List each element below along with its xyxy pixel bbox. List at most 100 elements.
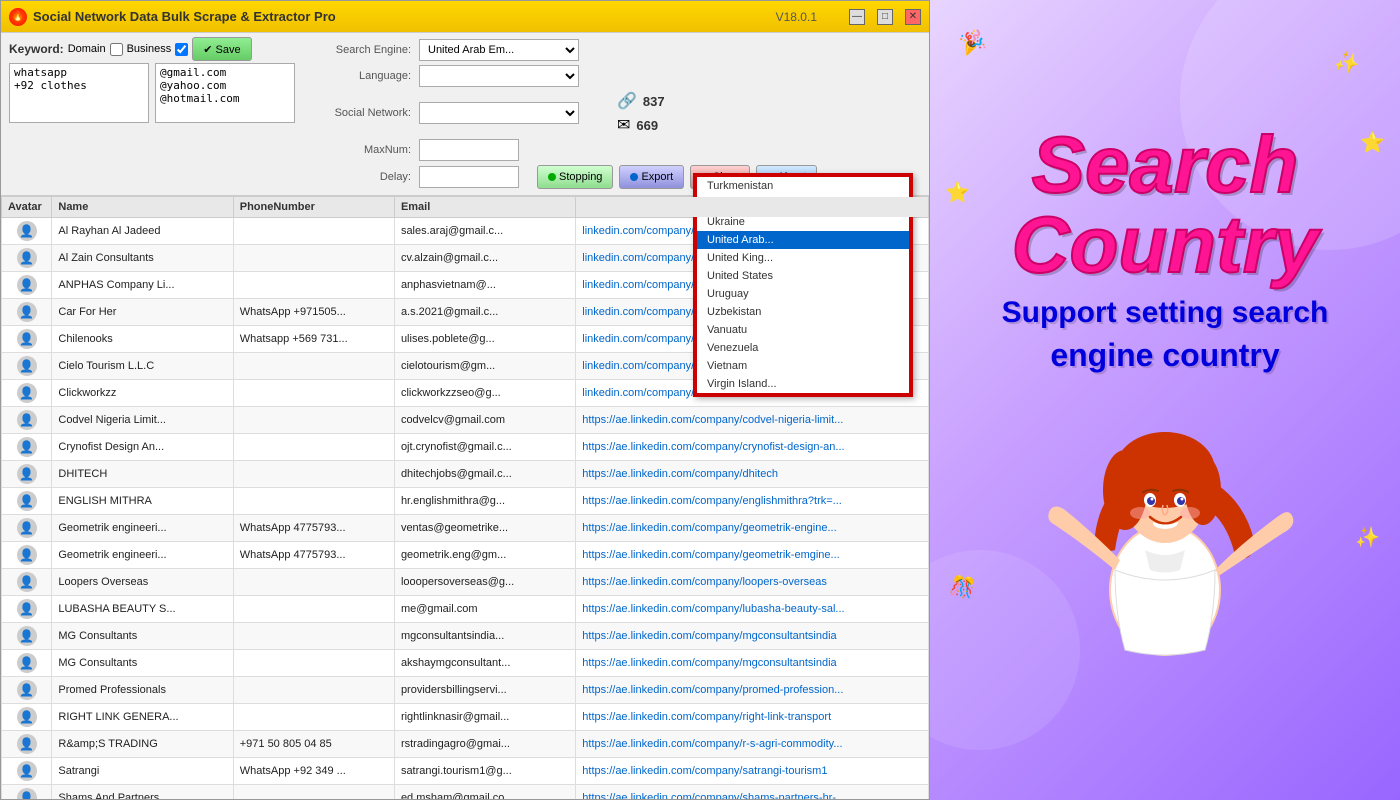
table-row[interactable]: 👤Cielo Tourism L.L.Ccielotourism@gm...li… xyxy=(2,353,929,380)
table-row[interactable]: 👤LUBASHA BEAUTY S...me@gmail.comhttps://… xyxy=(2,596,929,623)
social-network-row: Social Network: 🔗 837 ✉ 669 xyxy=(311,91,921,135)
keyword-input[interactable]: whatsapp +92 clothes xyxy=(9,63,149,123)
cell-phone xyxy=(233,380,394,407)
cell-name: ANPHAS Company Li... xyxy=(52,272,233,299)
cell-phone xyxy=(233,353,394,380)
delay-input[interactable] xyxy=(419,166,519,188)
cell-email: cv.alzain@gmail.c... xyxy=(394,245,575,272)
counter-emails: ✉ 669 xyxy=(617,115,665,135)
cell-name: Car For Her xyxy=(52,299,233,326)
cell-email: akshaymgconsultant... xyxy=(394,650,575,677)
cell-url: linkedin.com/company/chilenooks xyxy=(576,326,929,353)
cell-url: https://ae.linkedin.com/company/geometri… xyxy=(576,515,929,542)
version-text: V18.0.1 xyxy=(776,10,817,24)
table-row[interactable]: 👤Car For HerWhatsApp +971505...a.s.2021@… xyxy=(2,299,929,326)
table-row[interactable]: 👤R&amp;S TRADING+971 50 805 04 85rstradi… xyxy=(2,731,929,758)
keyword-label: Keyword: xyxy=(9,42,64,56)
stopping-dot xyxy=(548,173,556,181)
cell-url: https://ae.linkedin.com/company/englishm… xyxy=(576,488,929,515)
col-phone: PhoneNumber xyxy=(233,197,394,218)
avatar: 👤 xyxy=(17,761,37,781)
close-button[interactable]: ✕ xyxy=(905,9,921,25)
domain-checkbox[interactable] xyxy=(110,43,123,56)
cell-phone xyxy=(233,272,394,299)
social-network-select[interactable] xyxy=(419,102,579,124)
table-row[interactable]: 👤Crynofist Design An...ojt.crynofist@gma… xyxy=(2,434,929,461)
table-row[interactable]: 👤DHITECHdhitechjobs@gmail.c...https://ae… xyxy=(2,461,929,488)
table-row[interactable]: 👤MG Consultantsmgconsultantsindia...http… xyxy=(2,623,929,650)
clear-button[interactable]: Clear xyxy=(690,165,749,189)
table-row[interactable]: 👤Shams And Partnersed.msham@gmail.co...h… xyxy=(2,785,929,800)
promo-subtitle2: engine country xyxy=(1050,336,1279,374)
avatar: 👤 xyxy=(17,680,37,700)
avatar: 👤 xyxy=(17,518,37,538)
app-window: 🔥 Social Network Data Bulk Scrape & Extr… xyxy=(0,0,930,800)
cell-name: Crynofist Design An... xyxy=(52,434,233,461)
promo-title2: Country xyxy=(1012,205,1319,285)
table-row[interactable]: 👤Geometrik engineeri...WhatsApp 4775793.… xyxy=(2,542,929,569)
counter-links-val: 837 xyxy=(643,94,665,109)
table-row[interactable]: 👤SatrangiWhatsApp +92 349 ...satrangi.to… xyxy=(2,758,929,785)
table-row[interactable]: 👤MG Consultantsakshaymgconsultant...http… xyxy=(2,650,929,677)
delay-row: Delay: Stopping Export Clear xyxy=(311,165,921,189)
table-row[interactable]: 👤ENGLISH MITHRAhr.englishmithra@g...http… xyxy=(2,488,929,515)
cell-name: R&amp;S TRADING xyxy=(52,731,233,758)
cell-email: looopersoverseas@g... xyxy=(394,569,575,596)
cell-phone xyxy=(233,434,394,461)
cell-phone: WhatsApp 4775793... xyxy=(233,542,394,569)
cell-email: anphasvietnam@... xyxy=(394,272,575,299)
table-row[interactable]: 👤Al Zain Consultantscv.alzain@gmail.c...… xyxy=(2,245,929,272)
maxnum-input[interactable] xyxy=(419,139,519,161)
table-row[interactable]: 👤 RIGHT LINK GENERA... rightlinknasir@gmai… xyxy=(2,704,929,731)
about-button[interactable]: About xyxy=(756,165,818,189)
cell-name: Clickworkzz xyxy=(52,380,233,407)
export-dot xyxy=(630,173,638,181)
deco-1: 🎉 xyxy=(956,26,988,58)
deco-3: 🎊 xyxy=(948,573,977,602)
search-engine-select[interactable]: United Arab Em... xyxy=(419,39,579,61)
col-avatar: Avatar xyxy=(2,197,52,218)
cell-name: RIGHT LINK GENERA... xyxy=(52,704,233,731)
cell-url: linkedin.com/company/al-zain-consultants xyxy=(576,245,929,272)
data-table: Avatar Name PhoneNumber Email 👤Al Rayhan… xyxy=(1,196,929,799)
app-icon: 🔥 xyxy=(9,8,27,26)
cell-name: Loopers Overseas xyxy=(52,569,233,596)
avatar: 👤 xyxy=(17,707,37,727)
business-checkbox[interactable] xyxy=(175,43,188,56)
cell-name: Shams And Partners xyxy=(52,785,233,800)
clear-dot xyxy=(701,173,709,181)
col-email: Email xyxy=(394,197,575,218)
cell-email: rightlinknasir@gmail... xyxy=(394,704,575,731)
table-row[interactable]: 👤Loopers Overseaslooopersoverseas@g...ht… xyxy=(2,569,929,596)
cell-name: Al Zain Consultants xyxy=(52,245,233,272)
cell-name: Geometrik engineeri... xyxy=(52,542,233,569)
cell-name: Geometrik engineeri... xyxy=(52,515,233,542)
delay-label: Delay: xyxy=(311,171,411,183)
maximize-button[interactable]: □ xyxy=(877,9,893,25)
minimize-button[interactable]: — xyxy=(849,9,865,25)
language-select[interactable] xyxy=(419,65,579,87)
table-row[interactable]: 👤ANPHAS Company Li...anphasvietnam@...li… xyxy=(2,272,929,299)
cell-url: linkedin.com/company/car-for-her xyxy=(576,299,929,326)
table-row[interactable]: 👤ChilenooksWhatsapp +569 731...ulises.po… xyxy=(2,326,929,353)
table-row[interactable]: 👤Codvel Nigeria Limit...codvelcv@gmail.c… xyxy=(2,407,929,434)
cell-url: https://ae.linkedin.com/company/lubasha-… xyxy=(576,596,929,623)
email-icon: ✉ xyxy=(617,115,630,135)
cell-email: rstradingagro@gmai... xyxy=(394,731,575,758)
table-row[interactable]: 👤Geometrik engineeri...WhatsApp 4775793.… xyxy=(2,515,929,542)
deco-6: ✨ xyxy=(1355,525,1380,550)
table-row[interactable]: 👤Al Rayhan Al Jadeedsales.araj@gmail.c..… xyxy=(2,218,929,245)
cell-email: codvelcv@gmail.com xyxy=(394,407,575,434)
cell-email: ventas@geometrike... xyxy=(394,515,575,542)
table-row[interactable]: 👤Promed Professionalsprovidersbillingser… xyxy=(2,677,929,704)
deco-5: ⭐ xyxy=(1360,130,1385,155)
stopping-button[interactable]: Stopping xyxy=(537,165,613,189)
avatar: 👤 xyxy=(17,788,37,799)
title-bar: 🔥 Social Network Data Bulk Scrape & Extr… xyxy=(1,1,929,33)
save-button[interactable]: ✔ Save xyxy=(192,37,251,61)
table-row[interactable]: 👤Clickworkzzclickworkzzseo@g...linkedin.… xyxy=(2,380,929,407)
cell-email: geometrik.eng@gm... xyxy=(394,542,575,569)
domain-input[interactable]: @gmail.com @yahoo.com @hotmail.com xyxy=(155,63,295,123)
export-button[interactable]: Export xyxy=(619,165,684,189)
promo-subtitle1: Support setting search xyxy=(1002,295,1329,331)
